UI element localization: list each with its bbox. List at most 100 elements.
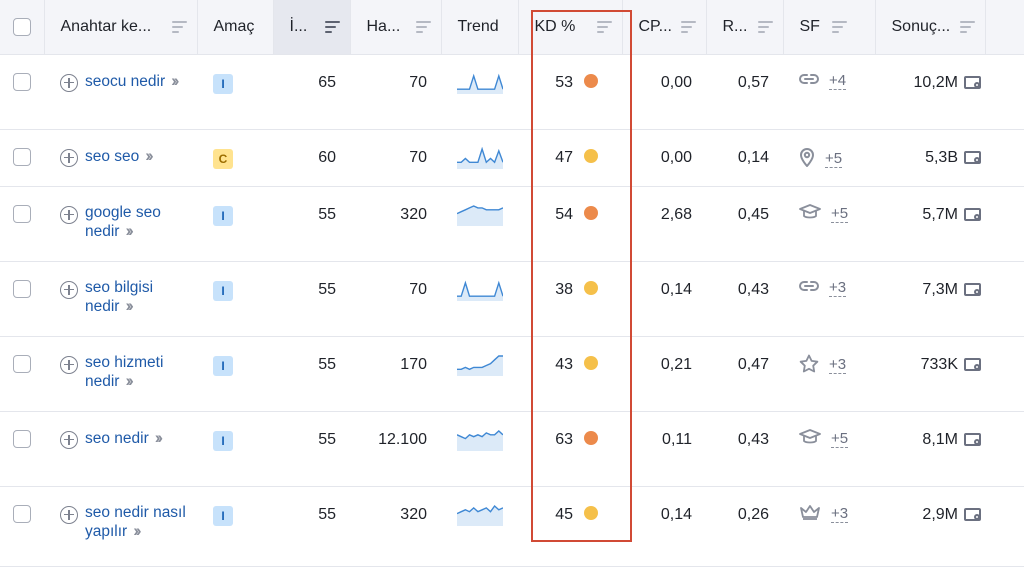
column-keyword[interactable]: Anahtar ke... bbox=[44, 0, 198, 55]
chevron-right-double-icon[interactable]: ›› bbox=[125, 221, 134, 240]
keyword-link[interactable]: seo nedir bbox=[85, 430, 149, 447]
results-cell: 8,1M bbox=[875, 411, 985, 487]
column-sf[interactable]: SF bbox=[783, 0, 876, 55]
column-cpc[interactable]: CP... bbox=[622, 0, 707, 55]
sf-count[interactable]: +5 bbox=[831, 430, 849, 448]
column-trend[interactable]: Trend bbox=[441, 0, 519, 55]
row-select[interactable] bbox=[0, 186, 44, 262]
row-checkbox[interactable] bbox=[13, 147, 31, 166]
sort-icon[interactable] bbox=[415, 20, 431, 33]
trend-sparkline bbox=[457, 280, 504, 301]
intent-badge: I bbox=[213, 205, 233, 226]
column-com[interactable]: R... bbox=[706, 0, 784, 55]
add-keyword-icon[interactable] bbox=[60, 505, 78, 524]
column-keyword-label: Anahtar ke... bbox=[60, 17, 152, 35]
sort-icon[interactable] bbox=[680, 20, 696, 33]
sort-icon[interactable] bbox=[757, 20, 773, 33]
chevron-right-double-icon[interactable]: ›› bbox=[171, 71, 180, 90]
serp-view-icon[interactable] bbox=[964, 432, 981, 446]
add-keyword-icon[interactable] bbox=[60, 73, 78, 92]
sort-icon[interactable] bbox=[171, 20, 187, 33]
sort-icon[interactable] bbox=[959, 20, 975, 33]
table-row: google seo nedir ›› I 55 320 54 2,68 0,45… bbox=[0, 186, 1024, 262]
column-position[interactable]: İ... bbox=[273, 0, 351, 55]
row-select[interactable] bbox=[0, 411, 44, 487]
results-cell: 10,2M bbox=[875, 54, 985, 130]
sf-count[interactable]: +5 bbox=[825, 150, 843, 168]
volume-cell: 70 bbox=[350, 261, 441, 337]
intent-cell: I bbox=[197, 411, 273, 487]
sf-count[interactable]: +5 bbox=[831, 205, 849, 223]
add-keyword-icon[interactable] bbox=[60, 430, 78, 449]
sf-count[interactable]: +3 bbox=[829, 279, 847, 297]
keyword-link[interactable]: seocu nedir bbox=[85, 73, 165, 90]
serp-view-icon[interactable] bbox=[964, 207, 981, 221]
chevron-right-double-icon[interactable]: ›› bbox=[133, 521, 142, 540]
results-cell: 7,3M bbox=[875, 261, 985, 337]
serp-view-icon[interactable] bbox=[964, 282, 981, 296]
com-cell: 0,45 bbox=[706, 186, 783, 262]
chevron-right-double-icon[interactable]: ›› bbox=[125, 296, 134, 315]
row-select[interactable] bbox=[0, 486, 44, 567]
chevron-right-double-icon[interactable]: ›› bbox=[145, 146, 154, 165]
extra-cell bbox=[985, 186, 1024, 262]
sf-cell: +3 bbox=[783, 261, 875, 337]
add-keyword-icon[interactable] bbox=[60, 355, 78, 374]
kd-cell: 47 bbox=[518, 129, 622, 187]
column-extra bbox=[985, 0, 1024, 55]
trend-cell bbox=[441, 336, 518, 412]
intent-badge: I bbox=[213, 430, 233, 451]
header-select-all[interactable] bbox=[0, 0, 45, 55]
row-checkbox[interactable] bbox=[13, 72, 31, 91]
chevron-right-double-icon[interactable]: ›› bbox=[125, 371, 134, 390]
serp-view-icon[interactable] bbox=[964, 507, 981, 521]
intent-badge: I bbox=[213, 505, 233, 526]
serp-view-icon[interactable] bbox=[964, 75, 981, 89]
cpc-cell: 0,14 bbox=[622, 486, 706, 567]
column-volume[interactable]: Ha... bbox=[350, 0, 442, 55]
row-select[interactable] bbox=[0, 54, 44, 130]
kd-cell: 38 bbox=[518, 261, 622, 337]
sort-active-icon[interactable] bbox=[324, 20, 340, 33]
keyword-cell: seo nedir nasıl yapılır ›› bbox=[44, 486, 197, 567]
sort-icon[interactable] bbox=[831, 20, 847, 33]
column-intent[interactable]: Amaç bbox=[197, 0, 274, 55]
keyword-link[interactable]: seo seo bbox=[85, 148, 139, 165]
column-kd[interactable]: KD % bbox=[518, 0, 623, 55]
row-checkbox[interactable] bbox=[13, 279, 31, 298]
position-cell: 55 bbox=[273, 261, 350, 337]
com-cell: 0,26 bbox=[706, 486, 783, 567]
sf-count[interactable]: +3 bbox=[831, 505, 849, 523]
results-value: 733K bbox=[920, 355, 958, 373]
serp-view-icon[interactable] bbox=[964, 150, 981, 164]
row-select[interactable] bbox=[0, 261, 44, 337]
row-checkbox[interactable] bbox=[13, 504, 31, 523]
row-select[interactable] bbox=[0, 129, 44, 187]
serp-view-icon[interactable] bbox=[964, 357, 981, 371]
kd-value: 54 bbox=[555, 205, 573, 223]
results-value: 8,1M bbox=[922, 430, 958, 448]
sf-count[interactable]: +3 bbox=[829, 357, 847, 374]
com-cell: 0,47 bbox=[706, 336, 783, 412]
row-checkbox[interactable] bbox=[13, 429, 31, 448]
sf-cell: +5 bbox=[783, 129, 875, 187]
add-keyword-icon[interactable] bbox=[60, 148, 78, 167]
add-keyword-icon[interactable] bbox=[60, 280, 78, 299]
cpc-cell: 0,00 bbox=[622, 129, 706, 187]
add-keyword-icon[interactable] bbox=[60, 205, 78, 224]
keyword-link[interactable]: seo hizmeti nedir bbox=[85, 354, 163, 390]
select-all-checkbox[interactable] bbox=[12, 17, 31, 36]
row-select[interactable] bbox=[0, 336, 44, 412]
keyword-link[interactable]: google seo nedir bbox=[85, 204, 161, 240]
results-cell: 733K bbox=[875, 336, 985, 412]
results-value: 5,3B bbox=[925, 148, 958, 166]
chevron-right-double-icon[interactable]: ›› bbox=[155, 428, 164, 447]
sort-icon[interactable] bbox=[596, 20, 612, 33]
table-header: Anahtar ke... Amaç İ... Ha... Trend KD %… bbox=[0, 0, 1024, 55]
keyword-link[interactable]: seo bilgisi nedir bbox=[85, 279, 153, 315]
sf-count[interactable]: +4 bbox=[829, 72, 847, 90]
row-checkbox[interactable] bbox=[13, 204, 31, 223]
row-checkbox[interactable] bbox=[13, 354, 31, 373]
extra-cell bbox=[985, 411, 1024, 487]
column-results[interactable]: Sonuç... bbox=[875, 0, 986, 55]
